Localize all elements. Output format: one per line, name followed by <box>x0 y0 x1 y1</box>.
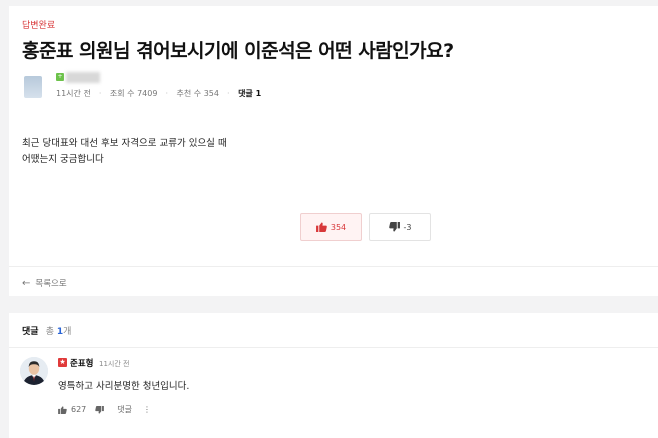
comment-text: 영특하고 사리분명한 청년입니다. <box>58 381 190 392</box>
divider <box>9 266 658 267</box>
reply-button[interactable]: 댓글 <box>117 404 132 415</box>
thumbs-up-icon <box>58 405 67 414</box>
reply-label: 댓글 <box>117 405 133 414</box>
comment-actions: 627 댓글 ⋮ <box>58 404 161 415</box>
comment-count-link[interactable]: 댓글 1 <box>238 89 261 98</box>
thumbs-down-icon <box>95 405 105 414</box>
post-time: 11시간 전 <box>56 89 91 98</box>
comment-time: 11시간 전 <box>99 360 130 368</box>
comment-like-button[interactable]: 627 <box>58 405 86 414</box>
upvote-count: 354 <box>330 222 347 232</box>
post-title: 홍준표 의원님 겪어보시기에 이준석은 어떤 사람인가요? <box>22 40 454 62</box>
arrow-left-icon: ← <box>22 277 31 289</box>
downvote-button[interactable]: -3 <box>369 213 431 241</box>
post-body-line: 최근 당대표와 대선 후보 자격으로 교류가 있으실 때 <box>22 138 227 149</box>
post-body: 최근 당대표와 대선 후보 자격으로 교류가 있으실 때 어땠는지 궁금합니다 <box>22 136 227 168</box>
back-to-list-link[interactable]: ← 목록으로 <box>22 277 67 290</box>
commenter-name[interactable]: 준표형 <box>70 357 93 369</box>
comments-title: 댓글 <box>22 327 39 337</box>
author-avatar[interactable] <box>24 76 42 98</box>
comments-header: 댓글 총 1개 <box>22 324 71 337</box>
post-body-line: 어땠는지 궁금합니다 <box>22 154 104 165</box>
recommend-count: 추천 수 354 <box>176 89 219 98</box>
person-photo <box>20 357 48 385</box>
post-meta: 11시간 전 · 조회 수 7409 · 추천 수 354 · 댓글 1 <box>56 89 262 98</box>
more-options-icon[interactable]: ⋮ <box>143 405 152 414</box>
thumbs-up-icon <box>315 222 327 232</box>
downvote-count: -3 <box>403 222 412 232</box>
star-badge-icon: ★ <box>58 358 67 367</box>
comments-section: 댓글 총 1개 ★ 준표형 11시간 전 영특하고 사리분명한 청년입니다. 6… <box>9 313 658 438</box>
view-count: 조회 수 7409 <box>109 89 158 98</box>
comment-like-count: 627 <box>71 405 87 414</box>
comments-total: 총 1개 <box>45 327 72 337</box>
thumbs-down-icon <box>388 222 400 232</box>
divider <box>9 347 658 348</box>
upvote-button[interactable]: 354 <box>300 213 362 241</box>
back-to-list-label: 목록으로 <box>35 279 67 289</box>
level-badge: + <box>56 73 64 81</box>
comment-dislike-button[interactable] <box>95 405 108 414</box>
commenter-avatar[interactable] <box>20 357 48 385</box>
author-name-blurred[interactable] <box>66 72 100 83</box>
post-card: 답변완료 홍준표 의원님 겪어보시기에 이준석은 어떤 사람인가요? + 11시… <box>9 6 658 296</box>
status-badge: 답변완료 <box>22 21 56 31</box>
